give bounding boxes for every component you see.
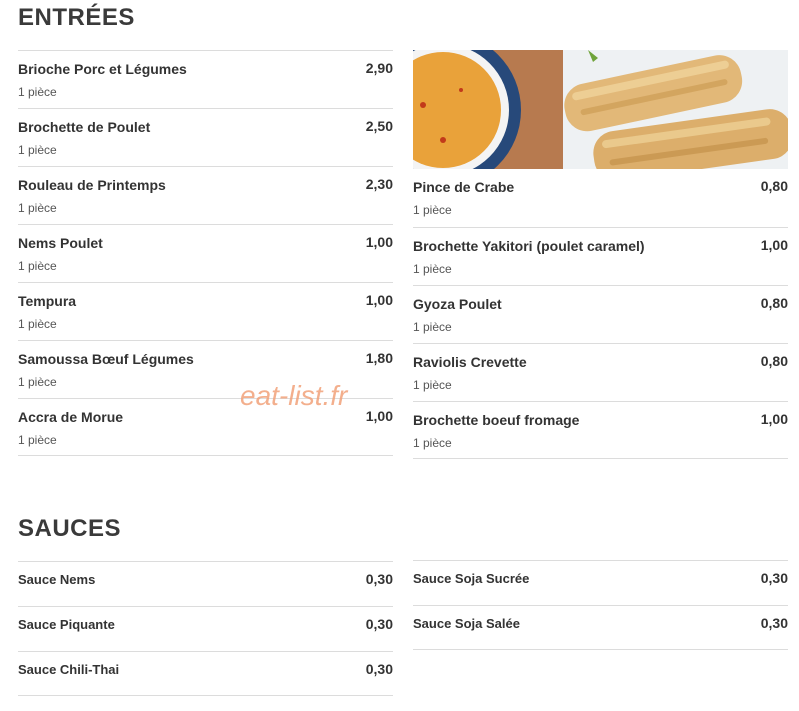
item-name: Brochette boeuf fromage [413, 412, 580, 428]
sauce-item: Sauce Soja Sucrée 0,30 [413, 560, 788, 605]
entrees-right-list: Pince de Crabe 0,80 1 pièce Brochette Ya… [413, 169, 788, 459]
menu-item: Brioche Porc et Légumes 2,90 1 pièce [18, 50, 393, 108]
item-price: 0,30 [365, 661, 393, 677]
item-price: 0,30 [760, 615, 788, 631]
item-name: Sauce Soja Sucrée [413, 571, 530, 586]
item-desc: 1 pièce [18, 85, 57, 99]
sauce-item: Sauce Nems 0,30 [18, 561, 393, 606]
item-name: Raviolis Crevette [413, 354, 527, 370]
item-desc: 1 pièce [18, 201, 57, 215]
menu-item: Raviolis Crevette 0,80 1 pièce [413, 343, 788, 401]
item-name: Nems Poulet [18, 235, 103, 251]
item-name: Sauce Nems [18, 572, 96, 587]
item-desc: 1 pièce [413, 203, 452, 217]
menu-item: Tempura 1,00 1 pièce [18, 282, 393, 340]
menu-item: Brochette Yakitori (poulet caramel) 1,00… [413, 227, 788, 285]
item-price: 1,00 [365, 234, 393, 250]
sauce-item: Sauce Soja Salée 0,30 [413, 605, 788, 650]
item-name: Brochette de Poulet [18, 119, 151, 135]
menu-item: Pince de Crabe 0,80 1 pièce [413, 169, 788, 227]
item-name: Brochette Yakitori (poulet caramel) [413, 238, 645, 254]
item-price: 0,30 [760, 570, 788, 586]
menu-item: Brochette boeuf fromage 1,00 1 pièce [413, 401, 788, 459]
menu-item: Rouleau de Printemps 2,30 1 pièce [18, 166, 393, 224]
item-name: Sauce Chili-Thai [18, 662, 120, 677]
item-desc: 1 pièce [18, 317, 57, 331]
item-price: 0,80 [760, 295, 788, 311]
entrees-title: ENTRÉES [18, 4, 135, 31]
item-desc: 1 pièce [413, 436, 452, 450]
menu-item: Nems Poulet 1,00 1 pièce [18, 224, 393, 282]
item-price: 2,30 [365, 176, 393, 192]
item-desc: 1 pièce [18, 433, 57, 447]
item-name: Pince de Crabe [413, 179, 515, 195]
item-price: 1,80 [365, 350, 393, 366]
item-name: Sauce Piquante [18, 617, 115, 632]
item-desc: 1 pièce [18, 143, 57, 157]
item-price: 1,00 [760, 237, 788, 253]
item-name: Gyoza Poulet [413, 296, 502, 312]
item-price: 0,30 [365, 571, 393, 587]
item-price: 0,80 [760, 178, 788, 194]
item-name: Tempura [18, 293, 77, 309]
item-name: Brioche Porc et Légumes [18, 61, 187, 77]
item-desc: 1 pièce [18, 259, 57, 273]
item-desc: 1 pièce [413, 262, 452, 276]
item-price: 1,00 [365, 292, 393, 308]
item-price: 1,00 [365, 408, 393, 424]
item-name: Accra de Morue [18, 409, 124, 425]
item-price: 2,90 [365, 60, 393, 76]
sauce-item: Sauce Chili-Thai 0,30 [18, 651, 393, 696]
menu-item: Brochette de Poulet 2,50 1 pièce [18, 108, 393, 166]
item-price: 0,80 [760, 353, 788, 369]
sauces-title: SAUCES [18, 515, 122, 542]
item-price: 2,50 [365, 118, 393, 134]
item-desc: 1 pièce [413, 320, 452, 334]
item-desc: 1 pièce [413, 378, 452, 392]
sauces-right-list: Sauce Soja Sucrée 0,30 Sauce Soja Salée … [413, 560, 788, 650]
item-desc: 1 pièce [18, 375, 57, 389]
item-name: Sauce Soja Salée [413, 616, 520, 631]
item-price: 0,30 [365, 616, 393, 632]
sauce-item: Sauce Piquante 0,30 [18, 606, 393, 651]
menu-item: Gyoza Poulet 0,80 1 pièce [413, 285, 788, 343]
item-name: Rouleau de Printemps [18, 177, 166, 193]
item-price: 1,00 [760, 411, 788, 427]
watermark: eat-list.fr [240, 380, 348, 411]
spring-rolls-photo [413, 50, 788, 169]
sauces-left-list: Sauce Nems 0,30 Sauce Piquante 0,30 Sauc… [18, 561, 393, 696]
item-name: Samoussa Bœuf Légumes [18, 351, 194, 367]
